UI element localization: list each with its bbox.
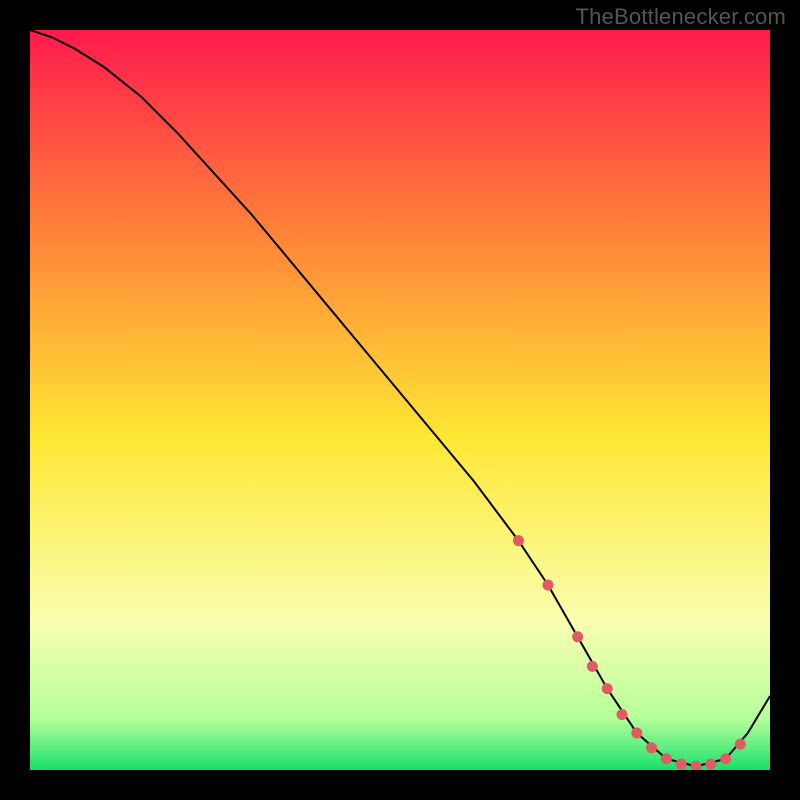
highlight-dot [705,759,716,770]
highlight-dot [720,753,731,764]
highlight-dot [587,661,598,672]
highlight-dot [735,739,746,750]
highlight-dot [513,535,524,546]
highlight-dot [543,580,554,591]
gradient-backdrop [30,30,770,770]
chart-plot [30,30,770,770]
highlight-dot [602,683,613,694]
highlight-dot [646,742,657,753]
highlight-dot [676,759,687,770]
highlight-dot [661,753,672,764]
chart-svg [30,30,770,770]
chart-frame: TheBottlenecker.com [0,0,800,800]
highlight-dot [572,631,583,642]
highlight-dot [617,709,628,720]
highlight-dot [631,728,642,739]
watermark-text: TheBottlenecker.com [576,4,786,30]
